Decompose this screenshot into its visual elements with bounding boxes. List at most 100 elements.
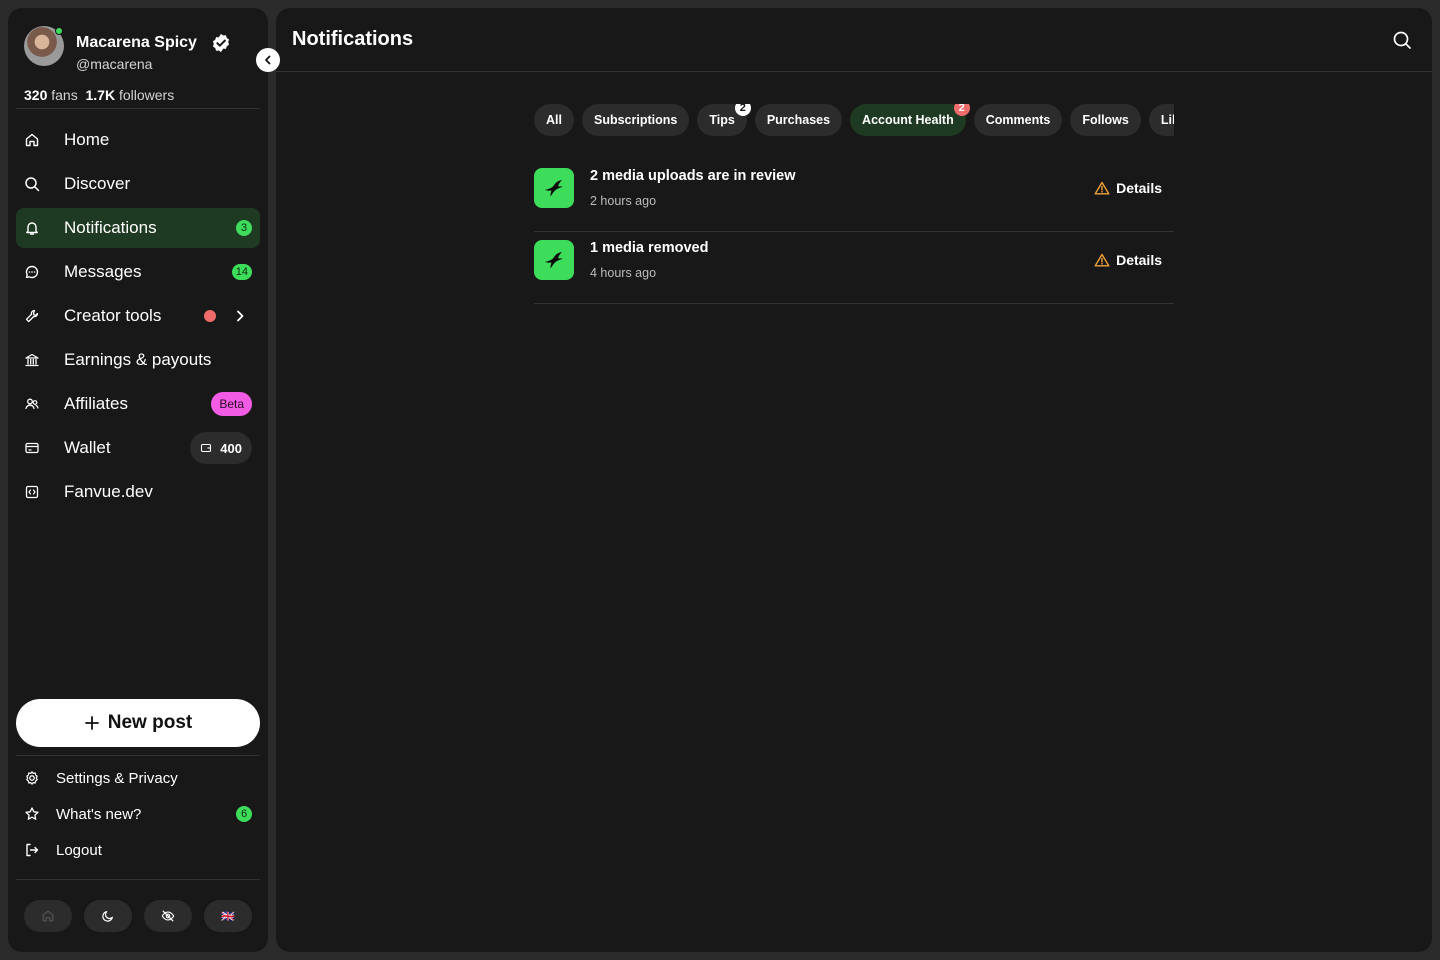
filter-label: Subscriptions	[593, 113, 678, 127]
wallet-balance-pill[interactable]: 400	[190, 432, 252, 464]
nav-label: Settings & Privacy	[56, 769, 178, 787]
filter-count-badge: 2	[953, 104, 970, 116]
nav-item-creator-tools[interactable]: Creator tools	[16, 296, 260, 336]
nav-item-messages[interactable]: Messages 14	[16, 252, 260, 292]
eye-off-icon	[161, 910, 175, 922]
credit-card-icon	[24, 440, 40, 456]
notification-time: 2 hours ago	[590, 194, 657, 208]
uk-flag-icon: 🇬🇧	[221, 910, 235, 923]
filter-tips[interactable]: Tips 2	[697, 104, 751, 136]
home-view-button[interactable]	[24, 900, 72, 932]
sidebar: Macarena Spicy @macarena 320 fans 1.7K f…	[8, 8, 280, 952]
nav-item-fanvue-dev[interactable]: Fanvue.dev	[16, 472, 260, 512]
profile-name: Macarena Spicy	[76, 34, 197, 51]
divider	[16, 879, 260, 880]
filter-label: Account Health	[862, 113, 954, 127]
details-label: Details	[1116, 252, 1162, 268]
nav-item-earnings[interactable]: Earnings & payouts	[16, 340, 260, 380]
notifications-badge: 3	[236, 220, 252, 236]
messages-badge: 14	[231, 264, 252, 280]
new-post-label: New post	[107, 712, 193, 733]
nav-label: Messages	[64, 262, 142, 281]
filter-comments[interactable]: Comments	[973, 104, 1063, 136]
warning-icon	[1094, 253, 1110, 267]
nav-label: Fanvue.dev	[64, 482, 153, 501]
notification-filters: All Subscriptions Tips 2 Purchases Accou…	[534, 104, 1174, 144]
nav-item-logout[interactable]: Logout	[16, 832, 260, 868]
wallet-balance: 400	[220, 440, 242, 456]
nav-item-home[interactable]: Home	[16, 120, 260, 160]
main-nav: Home Discover Notifications 3 Messages 1…	[16, 116, 260, 512]
bank-icon	[24, 352, 40, 368]
profile-stats: 320 fans 1.7K followers	[24, 87, 174, 103]
filter-label: All	[546, 113, 562, 127]
page-title: Notifications	[292, 28, 414, 50]
details-label: Details	[1116, 180, 1162, 196]
nav-label: Creator tools	[64, 306, 162, 325]
gear-icon	[24, 770, 40, 786]
notification-title: 2 media uploads are in review	[590, 168, 796, 184]
profile-handle: @macarena	[76, 56, 153, 72]
filter-all[interactable]: All	[534, 104, 574, 136]
filter-follows[interactable]: Follows	[1070, 104, 1141, 136]
dark-mode-button[interactable]	[84, 900, 132, 932]
divider	[16, 108, 260, 109]
chevron-left-icon	[265, 55, 271, 65]
code-icon	[24, 484, 40, 500]
language-button[interactable]: 🇬🇧	[204, 900, 252, 932]
search-button[interactable]	[1392, 30, 1412, 55]
star-icon	[24, 806, 40, 822]
details-button[interactable]: Details	[1094, 180, 1162, 196]
new-post-button[interactable]: New post	[16, 699, 260, 747]
filter-account-health[interactable]: Account Health 2	[850, 104, 970, 136]
notification-item[interactable]: 2 media uploads are in review 2 hours ag…	[534, 160, 1174, 232]
verified-icon	[212, 33, 230, 53]
filter-count-badge: 2	[734, 104, 751, 116]
whats-new-badge: 6	[236, 806, 252, 822]
notification-list: 2 media uploads are in review 2 hours ag…	[534, 160, 1174, 304]
profile-header[interactable]: Macarena Spicy @macarena 320 fans 1.7K f…	[24, 26, 260, 106]
filter-label: Purchases	[766, 113, 831, 127]
sidebar-toolbar: 🇬🇧	[24, 900, 252, 932]
moon-icon	[102, 911, 113, 922]
nav-label: What's new?	[56, 805, 142, 823]
chat-bubble-icon	[24, 264, 40, 280]
nav-label: Discover	[64, 174, 131, 193]
nav-label: Notifications	[64, 218, 157, 237]
nav-item-notifications[interactable]: Notifications 3	[16, 208, 260, 248]
users-icon	[24, 396, 40, 412]
notification-time: 4 hours ago	[590, 266, 657, 280]
secondary-nav: Settings & Privacy What's new? 6 Logout	[16, 760, 260, 868]
page-header: Notifications	[276, 8, 1432, 72]
divider	[16, 755, 260, 756]
fans-label: fans	[51, 87, 78, 103]
nav-item-settings[interactable]: Settings & Privacy	[16, 760, 260, 796]
home-icon	[42, 910, 54, 922]
filter-label: Tips	[709, 113, 735, 127]
details-button[interactable]: Details	[1094, 252, 1162, 268]
filter-purchases[interactable]: Purchases	[754, 104, 843, 136]
nav-item-affiliates[interactable]: Affiliates Beta	[16, 384, 260, 424]
wallet-icon	[201, 443, 212, 453]
notification-item[interactable]: 1 media removed 4 hours ago Details	[534, 232, 1174, 304]
filter-subscriptions[interactable]: Subscriptions	[581, 104, 690, 136]
chevron-right-icon	[232, 308, 248, 329]
fanvue-logo-icon	[534, 168, 574, 208]
notification-title: 1 media removed	[590, 240, 709, 256]
search-icon	[24, 176, 40, 192]
bell-icon	[24, 220, 40, 236]
nav-label: Wallet	[64, 438, 111, 457]
nav-item-discover[interactable]: Discover	[16, 164, 260, 204]
creator-tools-alert-dot	[204, 310, 216, 322]
nav-item-whats-new[interactable]: What's new? 6	[16, 796, 260, 832]
hide-content-button[interactable]	[144, 900, 192, 932]
logout-icon	[24, 842, 40, 858]
filter-likes[interactable]: Likes	[1148, 104, 1174, 136]
nav-item-wallet[interactable]: Wallet 400	[16, 428, 260, 468]
collapse-sidebar-button[interactable]	[256, 48, 280, 72]
nav-label: Logout	[56, 841, 102, 859]
nav-label: Affiliates	[64, 394, 128, 413]
avatar[interactable]	[24, 26, 64, 66]
warning-icon	[1094, 181, 1110, 195]
plus-icon	[84, 716, 99, 730]
